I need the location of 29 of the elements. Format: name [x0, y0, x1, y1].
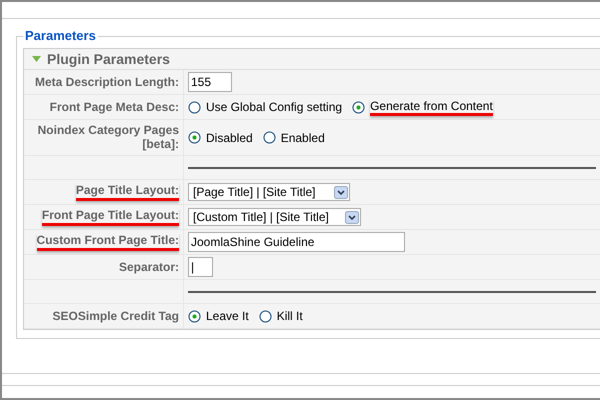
radio-label[interactable]: Kill It	[276, 309, 303, 323]
radio-button[interactable]	[188, 131, 201, 144]
chevron-down-icon[interactable]	[334, 186, 348, 198]
text-field[interactable]: JoomlaShine Guideline	[188, 232, 405, 252]
field-label: Custom Front Page Title:	[36, 233, 179, 251]
field-label: Page Title Layout:	[76, 183, 179, 201]
radio-button[interactable]	[188, 100, 201, 114]
radio-label[interactable]: Use Global Config setting	[206, 100, 342, 114]
fieldset-legend: Parameters	[23, 28, 98, 43]
field-label: Separator:	[118, 260, 179, 274]
field-label: Front Page Meta Desc:	[50, 100, 179, 114]
radio-button[interactable]	[352, 100, 366, 114]
radio-label[interactable]: Generate from Content	[370, 98, 493, 116]
radio-label[interactable]: Disabled	[206, 130, 253, 144]
field-label: Noindex Category Pages [beta]:	[36, 123, 179, 152]
field-label: Meta Description Length:	[34, 74, 179, 90]
panel-header[interactable]: Plugin Parameters	[24, 49, 600, 70]
text-field[interactable]: 155	[188, 72, 232, 92]
radio-button[interactable]	[258, 310, 272, 322]
chevron-down-icon[interactable]	[345, 210, 359, 224]
dropdown[interactable]: [Page Title] | [Site Title]	[188, 183, 350, 201]
field-label: Front Page Title Layout:	[42, 208, 179, 226]
radio-label[interactable]: Leave It	[206, 309, 249, 323]
field-label: SEOSimple Credit Tag	[52, 308, 179, 324]
dropdown[interactable]: [Custom Title] | [Site Title]	[188, 208, 361, 226]
radio-button[interactable]	[188, 310, 201, 322]
text-field[interactable]: |	[188, 257, 213, 277]
radio-label[interactable]: Enabled	[280, 130, 325, 144]
radio-button[interactable]	[262, 131, 276, 144]
